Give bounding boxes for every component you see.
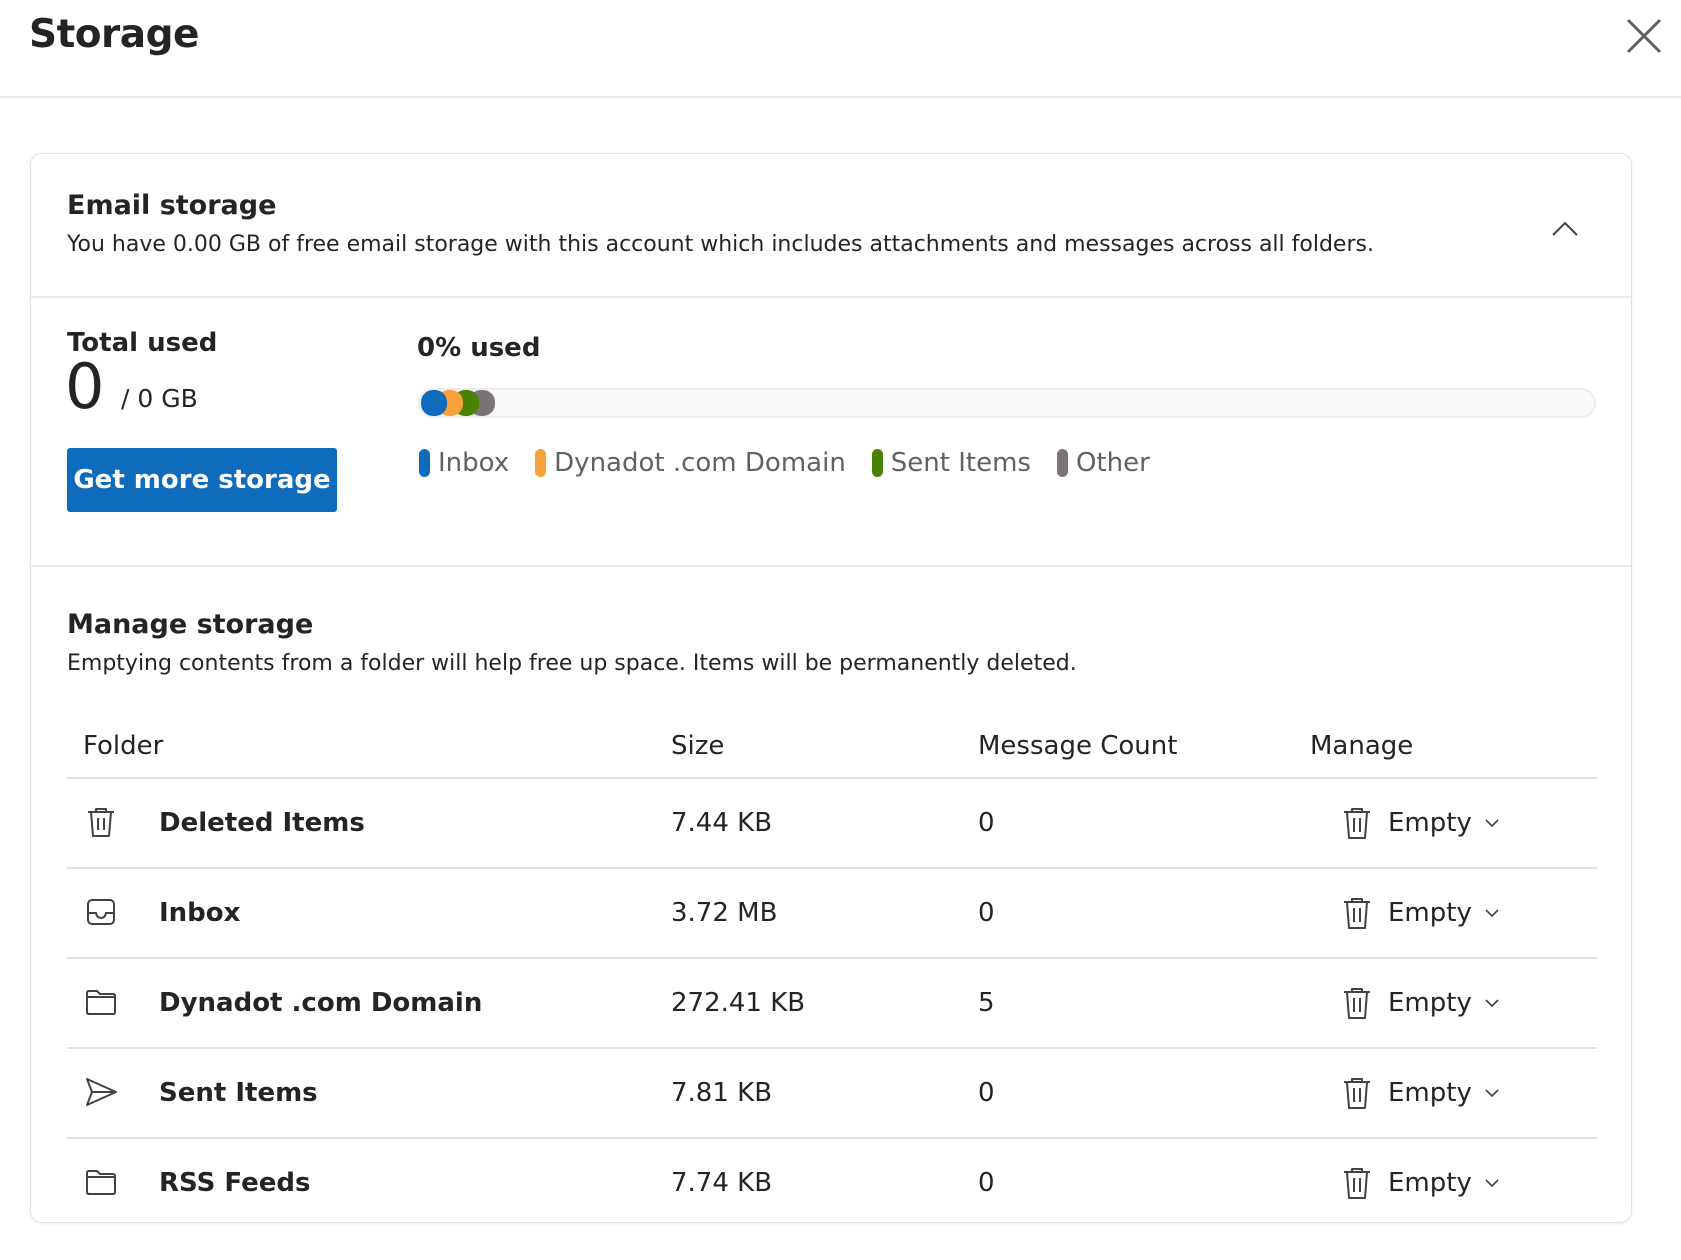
delete-icon [1344,898,1370,929]
table-row: Dynadot .com Domain 272.41 KB 5 Empty [67,959,1597,1049]
send-icon [86,1078,117,1106]
table-row: Sent Items 7.81 KB 0 Empty [67,1049,1597,1139]
folder-message-count: 0 [978,898,995,928]
empty-label: Empty [1388,1078,1472,1108]
empty-folder-button[interactable]: Empty [1340,1161,1500,1205]
delete-icon [1344,1078,1370,1109]
folder-size: 3.72 MB [671,898,778,928]
folder-message-count: 0 [978,1078,995,1108]
folder-icon [86,990,116,1015]
storage-progress-bar [418,388,1596,418]
legend-swatch [1056,449,1068,477]
legend-swatch [871,449,883,477]
folder-size: 7.81 KB [671,1078,773,1108]
legend-swatch [535,449,547,477]
column-manage: Manage [1310,731,1414,761]
chevron-down-icon [1485,909,1499,918]
close-button[interactable] [1622,14,1666,58]
empty-label: Empty [1388,898,1472,928]
email-storage-title: Email storage [67,190,277,221]
table-row: Deleted Items 7.44 KB 0 Empty [67,779,1597,869]
folder-name: Dynadot .com Domain [159,988,483,1018]
empty-folder-button[interactable]: Empty [1340,801,1500,845]
total-used-unit: / 0 GB [121,384,198,413]
delete-icon [1344,988,1370,1019]
usage-section: Total used 0 / 0 GB Get more storage 0% … [31,298,1631,567]
column-size: Size [671,731,725,761]
folder-message-count: 0 [978,1168,995,1198]
legend-item-dynadot: Dynadot .com Domain [535,448,846,478]
manage-storage-title: Manage storage [67,609,314,640]
collapse-button[interactable] [1548,213,1582,247]
delete-icon [1344,1168,1370,1199]
legend-item-other: Other [1056,448,1150,478]
legend-item-sent: Sent Items [871,448,1031,478]
empty-label: Empty [1388,808,1472,838]
folder-size: 7.74 KB [671,1168,773,1198]
chevron-down-icon [1485,1179,1499,1188]
manage-storage-description: Emptying contents from a folder will hel… [67,651,1077,676]
folder-icon [86,1170,116,1195]
empty-folder-button[interactable]: Empty [1340,981,1500,1025]
empty-folder-button[interactable]: Empty [1340,1071,1500,1115]
table-row: RSS Feeds 7.74 KB 0 Empty [67,1139,1597,1222]
legend-label: Dynadot .com Domain [554,448,846,478]
get-more-storage-button[interactable]: Get more storage [67,448,337,512]
folder-name: RSS Feeds [159,1168,311,1198]
chevron-down-icon [1485,999,1499,1008]
empty-label: Empty [1388,1168,1472,1198]
folder-name: Sent Items [159,1078,318,1108]
dialog-header: Storage [0,0,1681,98]
close-icon[interactable] [1622,14,1666,58]
email-storage-header[interactable]: Email storage You have 0.00 GB of free e… [31,154,1631,298]
storage-legend: Inbox Dynadot .com Domain Sent Items Oth… [419,448,1176,478]
folder-message-count: 0 [978,808,995,838]
bar-segment-inbox [421,390,447,416]
column-message-count: Message Count [978,731,1178,761]
chevron-down-icon [1485,1089,1499,1098]
inbox-icon [87,899,115,925]
folder-size: 7.44 KB [671,808,773,838]
chevron-down-icon [1485,819,1499,828]
legend-label: Other [1075,448,1150,478]
folder-size: 272.41 KB [671,988,806,1018]
legend-swatch [419,449,430,477]
column-folder: Folder [83,731,164,761]
chevron-up-icon[interactable] [1548,213,1582,247]
percent-used-label: 0% used [417,333,541,363]
legend-item-inbox: Inbox [419,448,509,478]
empty-folder-button[interactable]: Empty [1340,891,1500,935]
email-storage-description: You have 0.00 GB of free email storage w… [67,232,1374,257]
legend-label: Inbox [438,448,510,478]
empty-label: Empty [1388,988,1472,1018]
table-header: Folder Size Message Count Manage [67,717,1597,779]
legend-label: Sent Items [890,448,1031,478]
delete-icon [1344,808,1370,839]
table-row: Inbox 3.72 MB 0 Empty [67,869,1597,959]
folder-name: Deleted Items [159,808,365,838]
folder-message-count: 5 [978,988,995,1018]
total-used-value: 0 [65,350,105,423]
storage-card: Email storage You have 0.00 GB of free e… [30,153,1632,1223]
page-title: Storage [29,12,199,57]
folder-name: Inbox [159,898,241,928]
delete-icon [88,808,114,837]
folder-table: Folder Size Message Count Manage Deleted… [67,717,1597,1222]
